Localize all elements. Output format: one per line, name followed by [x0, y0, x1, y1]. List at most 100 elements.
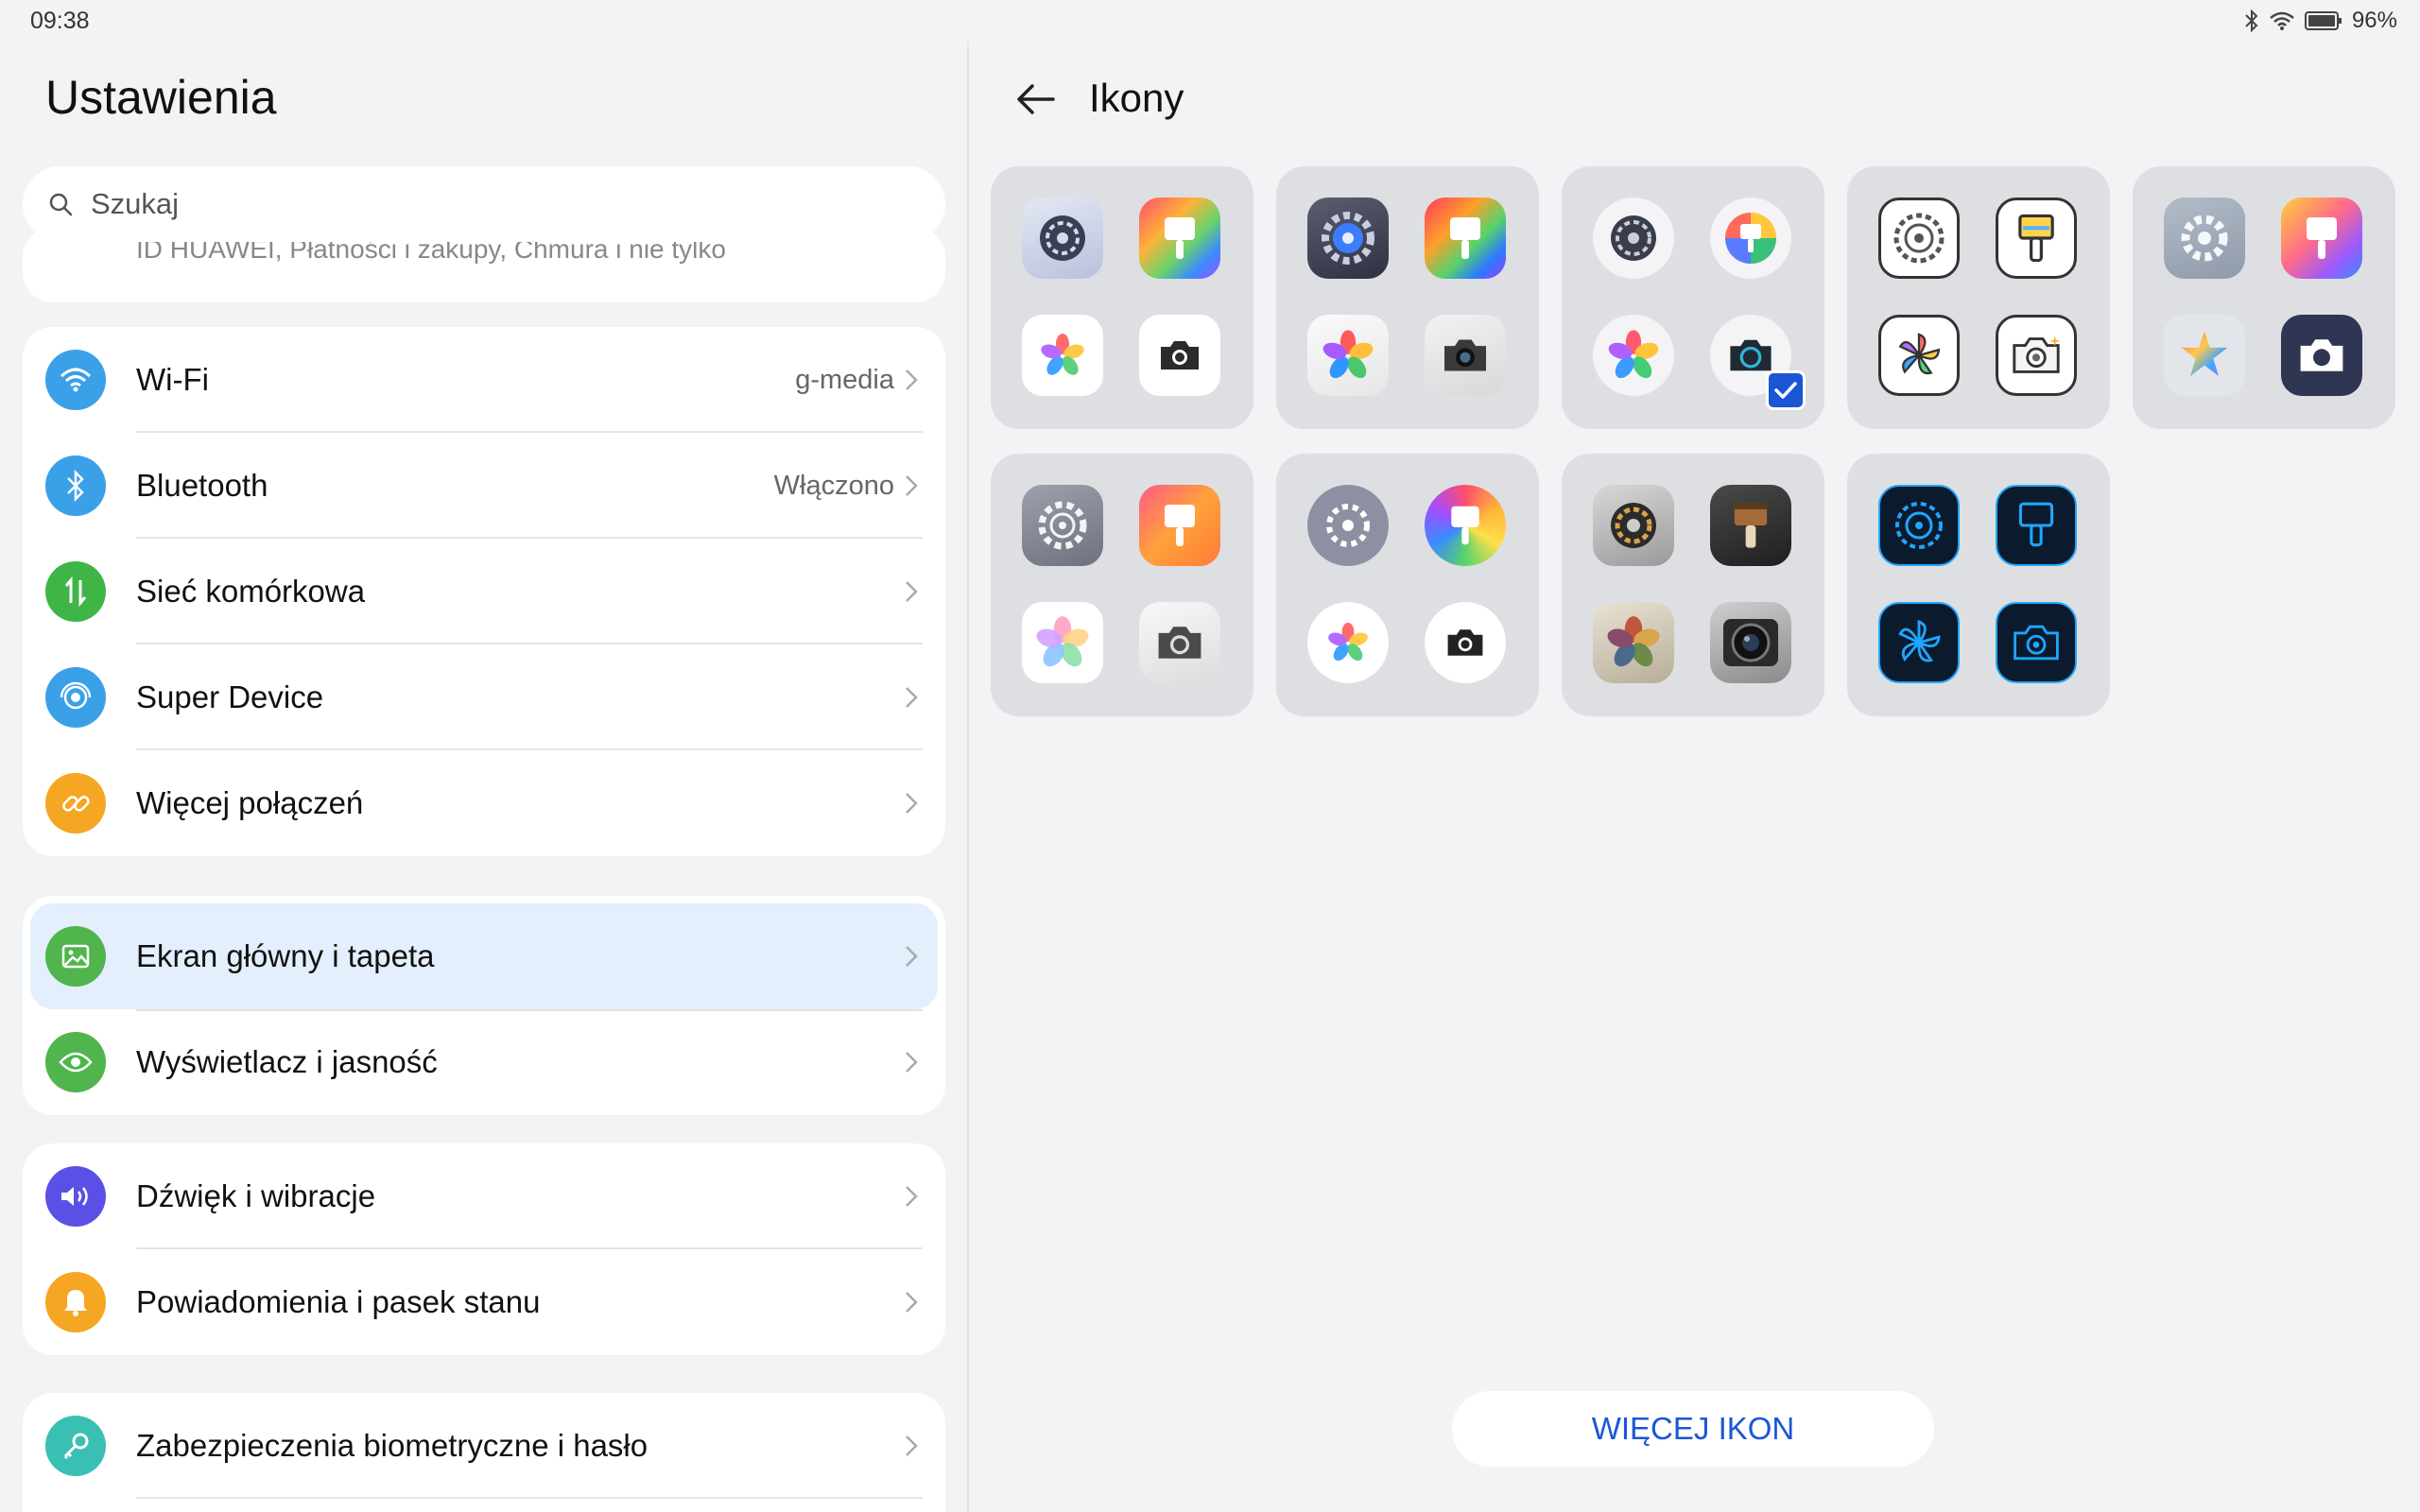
settings-gear-icon: [2164, 198, 2245, 279]
mobile-data-icon: [45, 561, 106, 622]
icons-page-title: Ikony: [1089, 76, 1184, 120]
wifi-value: g-media: [795, 364, 894, 395]
gallery-flower-icon: [1022, 602, 1103, 683]
settings-item-notifications[interactable]: Powiadomienia i pasek stanu: [23, 1249, 945, 1355]
settings-gear-icon: [1022, 485, 1103, 566]
gallery-flower-icon: [1593, 602, 1674, 683]
connectivity-group: Wi-Fi g-media Bluetooth Włączono Sieć ko…: [23, 327, 945, 856]
chevron-right-icon: [906, 1052, 918, 1073]
home-screen-label: Ekran główny i tapeta: [136, 938, 435, 973]
chevron-right-icon: [906, 1435, 918, 1456]
link-icon: [45, 773, 106, 833]
camera-icon: [1139, 602, 1220, 683]
settings-gear-icon: [1022, 198, 1103, 279]
themes-brush-icon: [2281, 198, 2362, 279]
settings-gear-icon: [1593, 485, 1674, 566]
chevron-right-icon: [906, 793, 918, 814]
gallery-flower-icon: [1878, 602, 1960, 683]
settings-item-super-device[interactable]: Super Device: [23, 644, 945, 750]
icon-theme-card-selected[interactable]: [1562, 166, 1824, 429]
wifi-label: Wi-Fi: [136, 362, 209, 397]
security-group: Zabezpieczenia biometryczne i hasło: [23, 1393, 945, 1512]
bell-icon: [45, 1272, 106, 1332]
bluetooth-value: Włączono: [773, 470, 894, 501]
themes-brush-icon: [1425, 198, 1506, 279]
chevron-right-icon: [906, 581, 918, 602]
back-arrow-icon[interactable]: [1011, 76, 1059, 123]
icon-theme-card[interactable]: [1562, 454, 1824, 716]
settings-item-sound[interactable]: Dźwięk i wibracje: [23, 1143, 945, 1249]
page-title: Ustawienia: [45, 71, 277, 124]
settings-gear-icon: [1307, 198, 1389, 279]
more-icons-button[interactable]: WIĘCEJ IKON: [1452, 1391, 1934, 1467]
icon-theme-card[interactable]: [1847, 166, 2110, 429]
notifications-label: Powiadomienia i pasek stanu: [136, 1284, 541, 1319]
gallery-flower-icon: [1878, 315, 1960, 396]
search-input[interactable]: Szukaj: [23, 166, 945, 242]
icon-theme-card[interactable]: [1276, 166, 1539, 429]
icon-theme-card[interactable]: [1276, 454, 1539, 716]
camera-icon: [1139, 315, 1220, 396]
settings-pane: Ustawienia Szukaj ID HUAWEI, Płatności i…: [0, 0, 968, 1512]
divider: [136, 1497, 923, 1499]
sound-label: Dźwięk i wibracje: [136, 1178, 376, 1213]
gallery-flower-icon: [1022, 315, 1103, 396]
camera-icon: [1425, 315, 1506, 396]
sound-group: Dźwięk i wibracje Powiadomienia i pasek …: [23, 1143, 945, 1355]
display-label: Wyświetlacz i jasność: [136, 1044, 438, 1079]
settings-item-more-connections[interactable]: Więcej połączeń: [23, 750, 945, 856]
mobile-network-label: Sieć komórkowa: [136, 574, 366, 609]
settings-item-wifi[interactable]: Wi-Fi g-media: [23, 327, 945, 433]
camera-icon: [1425, 602, 1506, 683]
wifi-icon: [45, 350, 106, 410]
chevron-right-icon: [906, 369, 918, 390]
search-placeholder: Szukaj: [91, 187, 180, 220]
settings-item-biometrics[interactable]: Zabezpieczenia biometryczne i hasło: [23, 1393, 945, 1499]
battery-level: 96%: [2351, 8, 2397, 33]
settings-item-mobile-network[interactable]: Sieć komórkowa: [23, 539, 945, 644]
settings-gear-icon: [1593, 198, 1674, 279]
chevron-right-icon: [906, 946, 918, 967]
icon-theme-card[interactable]: [1847, 454, 2110, 716]
bluetooth-status-icon: [2245, 9, 2258, 32]
themes-brush-icon: [1139, 485, 1220, 566]
icon-theme-card[interactable]: [2133, 166, 2395, 429]
icon-theme-card[interactable]: [991, 454, 1253, 716]
gallery-flower-icon: [2164, 315, 2245, 396]
themes-brush-icon: [1710, 485, 1791, 566]
battery-icon: [2304, 11, 2342, 30]
search-icon: [49, 193, 73, 216]
themes-brush-icon: [1996, 485, 2077, 566]
eye-icon: [45, 1032, 106, 1092]
settings-item-home-screen[interactable]: Ekran główny i tapeta: [30, 903, 938, 1009]
wallpaper-icon: [45, 926, 106, 987]
settings-gear-icon: [1878, 198, 1960, 279]
display-group: Ekran główny i tapeta Wyświetlacz i jasn…: [23, 896, 945, 1115]
themes-brush-icon: [1425, 485, 1506, 566]
chevron-right-icon: [906, 475, 918, 496]
bluetooth-label: Bluetooth: [136, 468, 268, 503]
biometrics-label: Zabezpieczenia biometryczne i hasło: [136, 1428, 648, 1463]
status-icons: 96%: [2244, 8, 2397, 34]
themes-brush-icon: [1710, 198, 1791, 279]
bluetooth-icon: [45, 455, 106, 516]
camera-icon: [1710, 602, 1791, 683]
themes-brush-icon: [1996, 198, 2077, 279]
divider: [136, 1009, 923, 1011]
more-connections-label: Więcej połączeń: [136, 785, 364, 820]
key-icon: [45, 1416, 106, 1476]
camera-icon: [1996, 602, 2077, 683]
pane-separator: [967, 42, 969, 1512]
settings-item-bluetooth[interactable]: Bluetooth Włączono: [23, 433, 945, 539]
sound-icon: [45, 1166, 106, 1227]
super-device-label: Super Device: [136, 679, 324, 714]
themes-brush-icon: [1139, 198, 1220, 279]
settings-item-display[interactable]: Wyświetlacz i jasność: [23, 1009, 945, 1115]
gallery-flower-icon: [1307, 602, 1389, 683]
settings-gear-icon: [1878, 485, 1960, 566]
chevron-right-icon: [906, 1292, 918, 1313]
gallery-flower-icon: [1307, 315, 1389, 396]
super-device-icon: [45, 667, 106, 728]
icon-theme-card[interactable]: [991, 166, 1253, 429]
camera-icon: [2281, 315, 2362, 396]
